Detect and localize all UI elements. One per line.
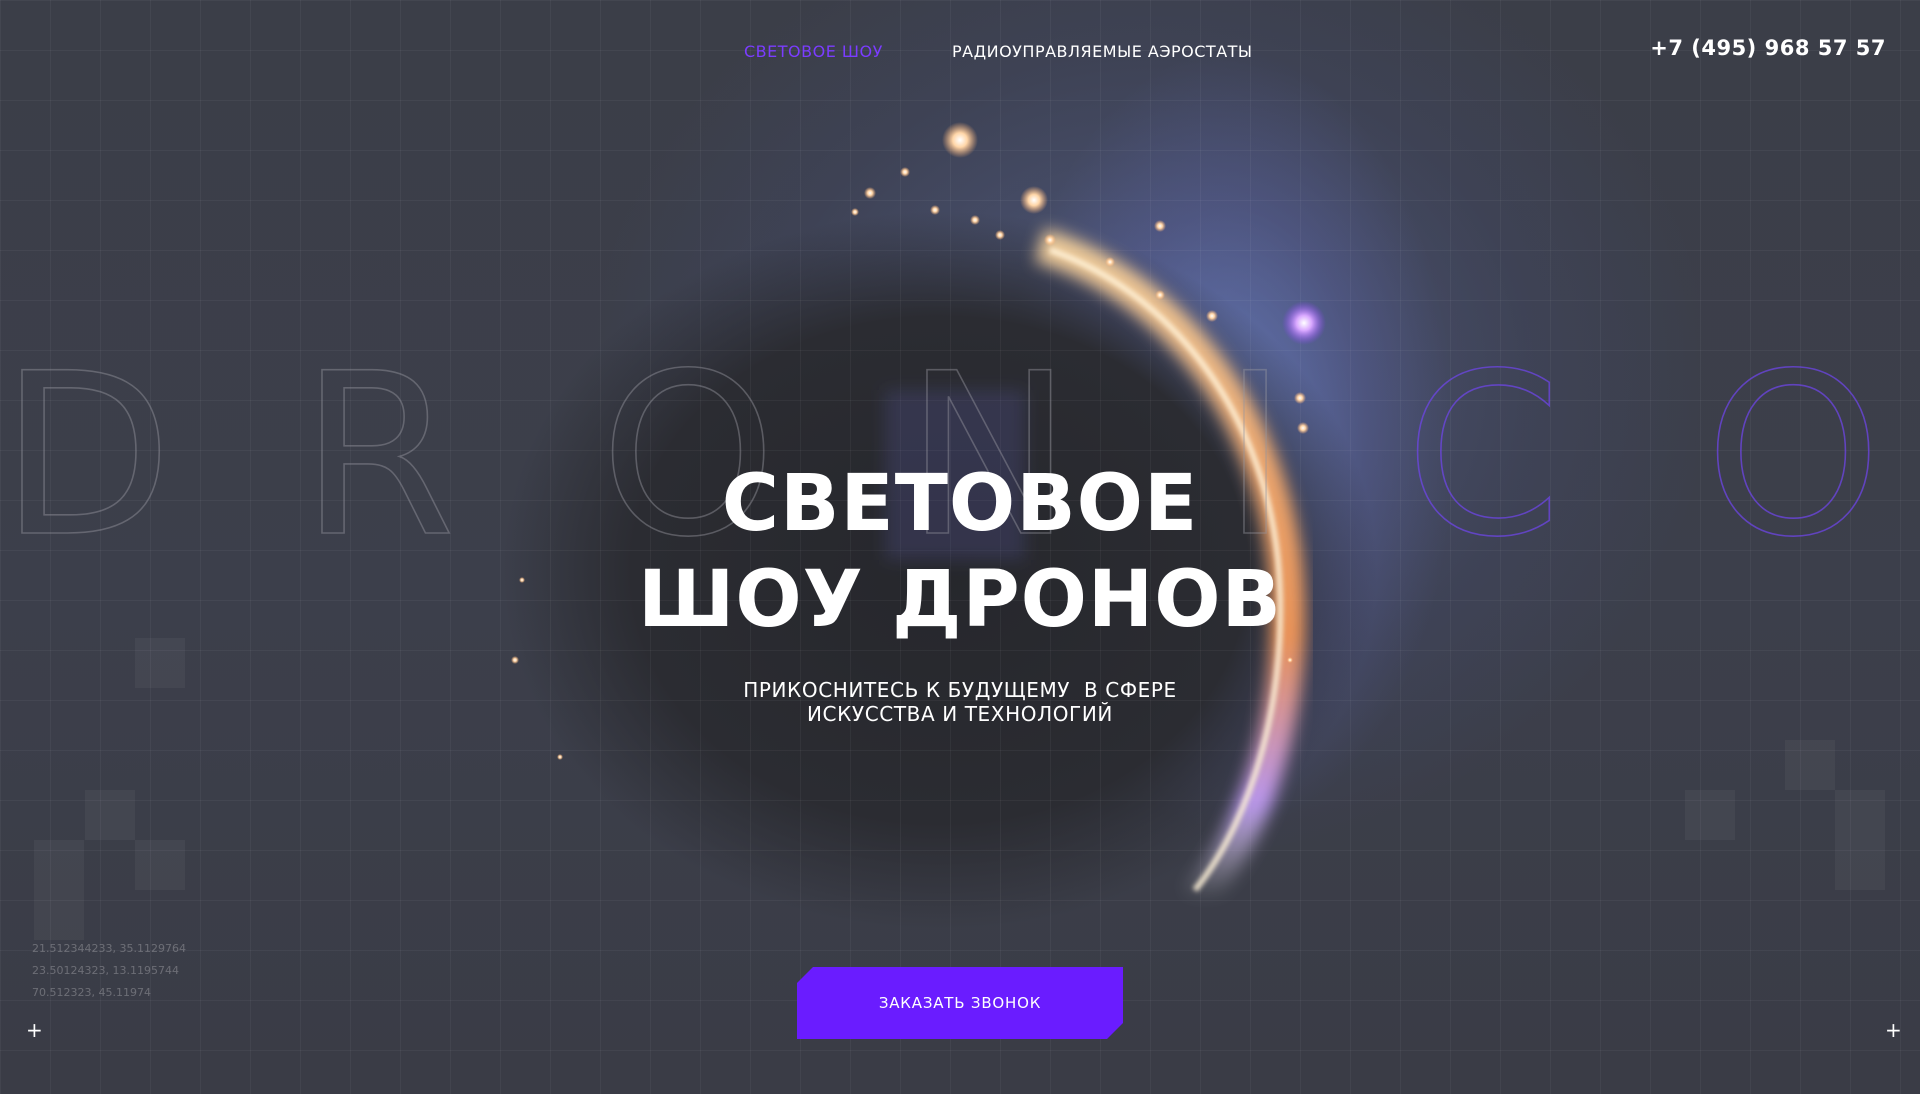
drone-light — [1287, 657, 1293, 663]
plus-marker-right: + — [1885, 1018, 1902, 1042]
drone-light — [930, 205, 940, 215]
coordinate-line: 23.50124323, 13.1195744 — [32, 964, 179, 977]
hero-subtitle-line-2: ИСКУССТВА И ТЕХНОЛОГИЙ — [807, 702, 1113, 726]
drone-light — [1155, 290, 1165, 300]
drone-light — [942, 122, 978, 158]
drone-light — [864, 187, 876, 199]
hero-title: СВЕТОВОЕ ШОУ ДРОНОВ — [0, 456, 1920, 648]
hero-title-line-2: ШОУ ДРОНОВ — [638, 555, 1282, 645]
order-call-button[interactable]: ЗАКАЗАТЬ ЗВОНОК — [797, 967, 1123, 1039]
coordinate-line: 21.512344233, 35.1129764 — [32, 942, 186, 955]
drone-light — [1020, 186, 1048, 214]
drone-light — [900, 167, 910, 177]
drone-light — [1206, 310, 1218, 322]
drone-light — [511, 656, 519, 664]
drone-light — [1105, 257, 1115, 267]
hero-subtitle: ПРИКОСНИТЕСЬ К БУДУЩЕМУ В СФЕРЕ ИСКУССТВ… — [0, 678, 1920, 726]
hero-title-line-1: СВЕТОВОЕ — [721, 459, 1199, 549]
nav-link-light-show[interactable]: СВЕТОВОЕ ШОУ — [744, 42, 883, 61]
top-navigation: СВЕТОВОЕ ШОУ РАДИОУПРАВЛЯЕМЫЕ АЭРОСТАТЫ — [0, 42, 1920, 66]
drone-light — [851, 208, 859, 216]
nav-link-balloons[interactable]: РАДИОУПРАВЛЯЕМЫЕ АЭРОСТАТЫ — [952, 42, 1253, 61]
drone-light — [970, 215, 980, 225]
hero-subtitle-line-1: ПРИКОСНИТЕСЬ К БУДУЩЕМУ В СФЕРЕ — [743, 678, 1177, 702]
drone-light — [1282, 301, 1326, 345]
drone-light — [557, 754, 563, 760]
drone-light — [1154, 220, 1166, 232]
coordinate-line: 70.512323, 45.11974 — [32, 986, 151, 999]
drone-light — [995, 230, 1005, 240]
plus-marker-left: + — [26, 1018, 43, 1042]
coordinates-readout: 21.512344233, 35.1129764 23.50124323, 13… — [32, 938, 186, 1004]
drone-light — [1044, 234, 1056, 246]
phone-link[interactable]: +7 (495) 968 57 57 — [1650, 36, 1886, 60]
